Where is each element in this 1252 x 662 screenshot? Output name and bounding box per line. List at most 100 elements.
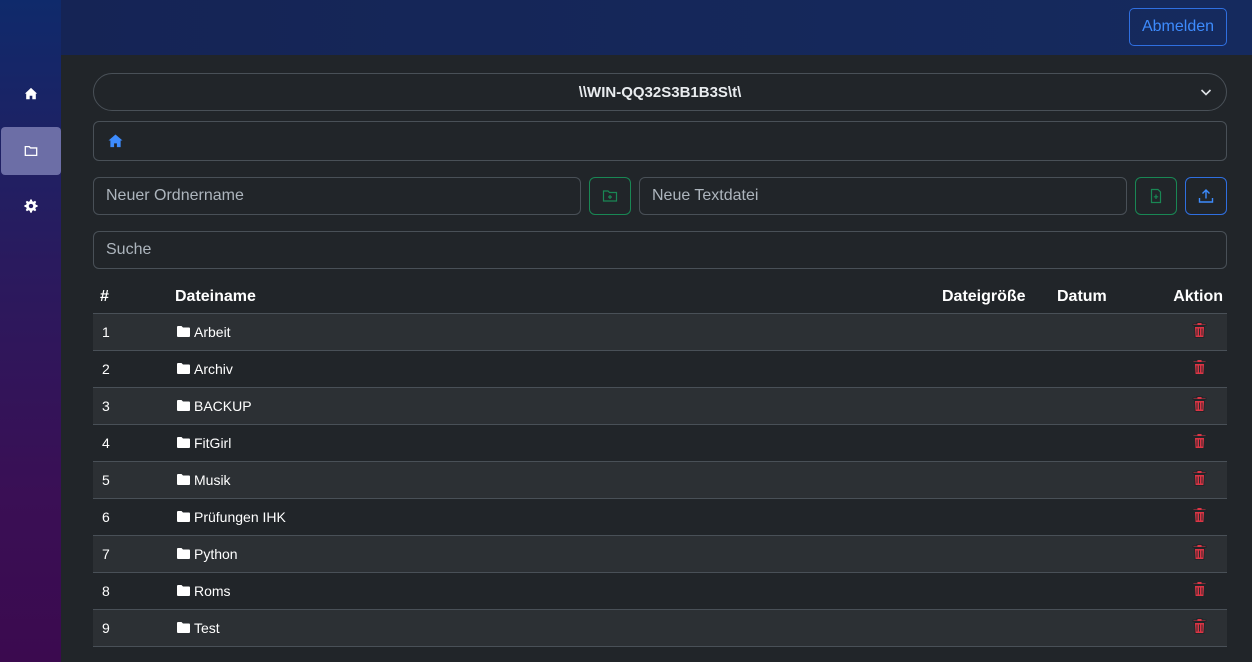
folder-icon	[177, 622, 190, 633]
home-icon	[24, 87, 38, 100]
row-filename[interactable]: Arbeit	[168, 313, 935, 351]
row-filename[interactable]: Python	[168, 535, 935, 573]
row-number: 8	[93, 572, 168, 610]
upload-button[interactable]	[1185, 177, 1227, 215]
row-date	[1050, 535, 1150, 573]
sidebar-item-settings[interactable]	[1, 182, 61, 230]
folder-plus-icon	[602, 190, 618, 202]
row-filename[interactable]: Roms	[168, 572, 935, 610]
sidebar-item-files[interactable]	[1, 127, 61, 175]
row-action	[1150, 313, 1227, 351]
row-size	[935, 350, 1050, 388]
column-header-number: #	[93, 281, 168, 314]
table-row[interactable]: 6 Prüfungen IHK	[93, 498, 1227, 536]
row-action	[1150, 609, 1227, 647]
trash-icon[interactable]	[1192, 322, 1207, 338]
table-row[interactable]: 4 FitGirl	[93, 424, 1227, 462]
folder-icon	[177, 585, 190, 596]
trash-icon[interactable]	[1192, 507, 1207, 523]
row-date	[1050, 609, 1150, 647]
trash-icon[interactable]	[1192, 396, 1207, 412]
column-header-name: Dateiname	[168, 281, 935, 314]
table-row[interactable]: 9 Test	[93, 609, 1227, 647]
row-size	[935, 313, 1050, 351]
folder-icon	[177, 437, 190, 448]
home-icon[interactable]	[108, 134, 123, 148]
sidebar	[0, 0, 61, 662]
path-select-value: \\WIN-QQ32S3B1B3S\t\	[578, 83, 742, 101]
table-row[interactable]: 1 Arbeit	[93, 313, 1227, 351]
table-row[interactable]: 5 Musik	[93, 461, 1227, 499]
row-number: 1	[93, 313, 168, 351]
trash-icon[interactable]	[1192, 470, 1207, 486]
upload-icon	[1198, 189, 1214, 203]
trash-icon[interactable]	[1192, 433, 1207, 449]
sidebar-item-home[interactable]	[1, 70, 61, 118]
row-filename[interactable]: Archiv	[168, 350, 935, 388]
row-filename[interactable]: Test	[168, 609, 935, 647]
table-row[interactable]: 3 BACKUP	[93, 387, 1227, 425]
chevron-down-icon	[1200, 89, 1212, 96]
filename-label: Roms	[194, 582, 231, 599]
trash-icon[interactable]	[1192, 618, 1207, 634]
row-number: 7	[93, 535, 168, 573]
filename-label: Arbeit	[194, 323, 231, 340]
row-number: 4	[93, 424, 168, 462]
row-filename[interactable]: BACKUP	[168, 387, 935, 425]
trash-icon[interactable]	[1192, 544, 1207, 560]
row-action	[1150, 572, 1227, 610]
row-action	[1150, 387, 1227, 425]
folder-icon	[177, 326, 190, 337]
filename-label: Test	[194, 619, 220, 636]
filename-label: Musik	[194, 471, 231, 488]
folder-icon	[177, 474, 190, 485]
new-folder-input[interactable]	[93, 177, 581, 215]
row-date	[1050, 424, 1150, 462]
row-action	[1150, 535, 1227, 573]
filename-label: Archiv	[194, 360, 233, 377]
row-filename[interactable]: Musik	[168, 461, 935, 499]
trash-icon[interactable]	[1192, 359, 1207, 375]
table-row[interactable]: 7 Python	[93, 535, 1227, 573]
row-date	[1050, 498, 1150, 536]
filename-label: Python	[194, 545, 238, 562]
trash-icon[interactable]	[1192, 581, 1207, 597]
row-number: 6	[93, 498, 168, 536]
folder-icon	[177, 363, 190, 374]
row-size	[935, 535, 1050, 573]
row-size	[935, 572, 1050, 610]
row-size	[935, 424, 1050, 462]
row-size	[935, 498, 1050, 536]
folder-icon	[177, 400, 190, 411]
row-size	[935, 461, 1050, 499]
top-bar: Abmelden	[61, 0, 1252, 55]
search-input[interactable]	[93, 231, 1227, 269]
filename-label: BACKUP	[194, 397, 252, 414]
path-select[interactable]: \\WIN-QQ32S3B1B3S\t\	[93, 73, 1227, 111]
table-row[interactable]: 8 Roms	[93, 572, 1227, 610]
row-date	[1050, 461, 1150, 499]
logout-button[interactable]: Abmelden	[1129, 8, 1227, 46]
row-date	[1050, 387, 1150, 425]
table-header-row: # Dateiname Dateigröße Datum Aktion	[93, 281, 1227, 314]
column-header-date: Datum	[1050, 281, 1150, 314]
row-filename[interactable]: Prüfungen IHK	[168, 498, 935, 536]
create-textfile-button[interactable]	[1135, 177, 1177, 215]
column-header-action: Aktion	[1150, 281, 1227, 314]
row-action	[1150, 461, 1227, 499]
row-action	[1150, 498, 1227, 536]
file-plus-icon	[1150, 188, 1162, 204]
row-action	[1150, 350, 1227, 388]
filename-label: FitGirl	[194, 434, 232, 451]
row-action	[1150, 424, 1227, 462]
table-row[interactable]: 2 Archiv	[93, 350, 1227, 388]
row-size	[935, 387, 1050, 425]
new-textfile-input[interactable]	[639, 177, 1127, 215]
file-table: # Dateiname Dateigröße Datum Aktion 1 Arb…	[93, 281, 1227, 647]
folder-icon	[177, 548, 190, 559]
row-filename[interactable]: FitGirl	[168, 424, 935, 462]
gear-icon	[24, 199, 38, 213]
row-date	[1050, 572, 1150, 610]
filename-label: Prüfungen IHK	[194, 508, 286, 525]
create-folder-button[interactable]	[589, 177, 631, 215]
